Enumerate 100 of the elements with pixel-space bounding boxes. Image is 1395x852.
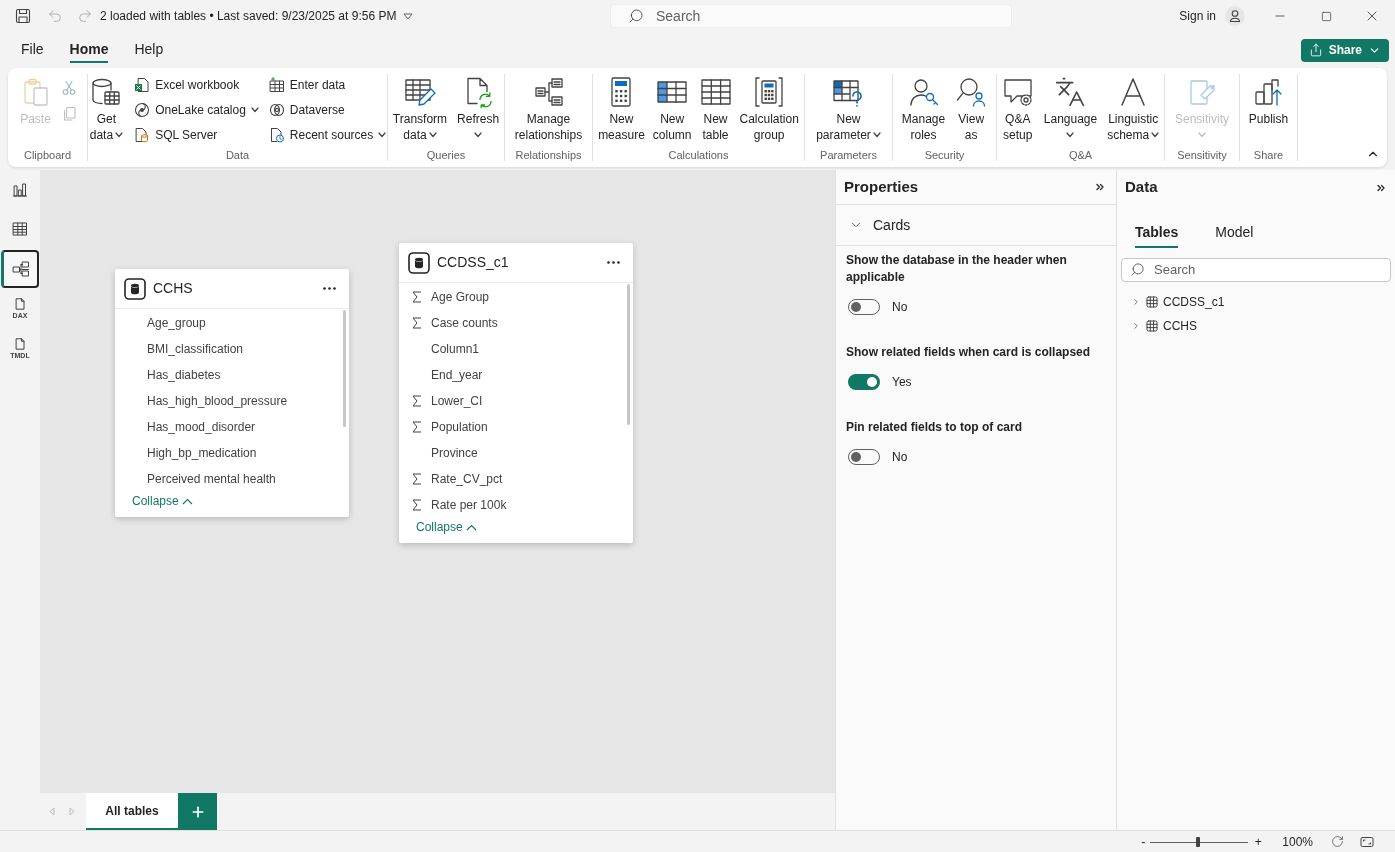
group-label: Sensitivity — [1176, 147, 1228, 163]
pane-tab[interactable]: Tables — [1135, 218, 1179, 248]
ribbon-button[interactable]: New table — [696, 74, 735, 146]
sigma-icon — [412, 317, 422, 329]
database-icon — [124, 277, 146, 300]
pane-title: Properties — [844, 176, 919, 197]
group-label: Share — [1252, 147, 1285, 163]
ribbon-button[interactable]: Excel workbook — [132, 76, 261, 94]
ribbon-button[interactable]: Calculation group — [736, 74, 802, 146]
field-name[interactable]: End_year — [431, 366, 483, 384]
field-name[interactable]: BMI_classification — [147, 340, 244, 358]
file-icon — [14, 338, 26, 350]
menu-tab[interactable]: Home — [69, 37, 109, 63]
ribbon-button[interactable]: Manage relationships — [511, 74, 586, 146]
ribbon-button[interactable]: OneLake catalog — [132, 101, 261, 119]
reset-zoom-button[interactable] — [1329, 833, 1345, 850]
ribbon-button[interactable]: Q&A setup — [998, 74, 1037, 146]
toggle-switch[interactable] — [848, 374, 880, 390]
table-name: CCDSS_c1 — [437, 253, 510, 272]
field-name[interactable]: Has_diabetes — [147, 366, 221, 384]
table-tree-item[interactable]: CCDSS_c1 — [1117, 290, 1395, 314]
caret-icon — [1198, 132, 1206, 138]
chevron-up-icon — [465, 523, 477, 531]
group-label: Queries — [425, 147, 467, 163]
sigma-icon — [412, 499, 422, 511]
ribbon-button[interactable]: Get data — [86, 74, 127, 146]
toggle-label: No — [892, 299, 908, 316]
field-name[interactable]: Rate per 100k — [431, 496, 507, 514]
field-name[interactable]: Has_high_blood_pressure — [147, 392, 288, 410]
ribbon-button[interactable]: New measure — [595, 74, 648, 146]
field-name[interactable]: Rate_CV_pct — [431, 470, 503, 488]
file-clock-icon — [268, 127, 285, 143]
table-card[interactable]: CCDSS_c1 Age Group Case counts Column1 End_year Lower_CI Population Province Rate_CV_pct Rate per 100k Collapse — [399, 243, 633, 543]
ribbon-button[interactable]: Manage roles — [898, 74, 949, 146]
language-icon — [1054, 76, 1087, 108]
sign-in-button[interactable]: Sign in — [1179, 7, 1216, 25]
zoom-out-button[interactable]: - — [1138, 834, 1149, 849]
field-name[interactable]: Case counts — [431, 314, 498, 332]
table-card[interactable]: CCHS Age_group BMI_classification Has_diabetes Has_high_blood_pressure Has_mood_disorder High_bp_medication Perceived mental health Collapse — [115, 269, 349, 517]
sigma-icon — [412, 473, 422, 485]
undo-icon — [47, 8, 63, 24]
connected-boxes-icon — [11, 260, 30, 278]
sigma-icon — [412, 421, 422, 433]
document-title: 2 loaded with tables • Last saved: 9/23/2025 at 9:56 PM — [100, 8, 397, 25]
ribbon-button[interactable]: Dataverse — [266, 101, 389, 119]
ribbon-button[interactable]: Language — [1040, 74, 1101, 146]
field-name[interactable]: Population — [431, 418, 488, 436]
save-button[interactable] — [14, 7, 32, 25]
triangle-right-icon — [69, 807, 75, 816]
field-name[interactable]: Province — [431, 444, 478, 462]
zoom-percentage: 100% — [1282, 833, 1313, 851]
menu-tab[interactable]: Help — [134, 37, 164, 63]
redo-icon — [77, 8, 93, 24]
zoom-in-button[interactable]: + — [1253, 834, 1264, 849]
ribbon-button[interactable]: Recent sources — [266, 126, 389, 144]
title-menu-button[interactable] — [402, 10, 415, 22]
field-name[interactable]: Column1 — [431, 340, 480, 358]
table-name: CCHS — [153, 279, 194, 298]
field-name[interactable]: Age Group — [431, 288, 490, 306]
pane-tab[interactable]: Model — [1215, 218, 1254, 248]
collapse-link[interactable]: Collapse — [132, 492, 193, 510]
ribbon-button[interactable]: SQL Server — [132, 126, 261, 144]
field-name[interactable]: High_bp_medication — [147, 444, 257, 462]
loops-icon — [268, 102, 285, 118]
table-tree-item[interactable]: CCHS — [1117, 314, 1395, 338]
menu-tab[interactable]: File — [21, 37, 44, 63]
maximize-icon — [1320, 10, 1332, 22]
search-field[interactable]: Search — [1121, 257, 1391, 282]
caret-icon — [403, 12, 414, 20]
field-name[interactable]: Perceived mental health — [147, 470, 276, 488]
ribbon-button[interactable]: Transform data — [389, 74, 451, 146]
ribbon-button[interactable]: Refresh — [454, 74, 503, 146]
scrollbar[interactable] — [343, 310, 346, 427]
table-plus-icon — [268, 77, 285, 93]
search-icon — [628, 8, 644, 24]
add-page-button[interactable] — [178, 793, 217, 830]
collapse-link[interactable]: Collapse — [416, 518, 477, 536]
ribbon-button[interactable]: New parameter — [813, 74, 884, 146]
ribbon-button[interactable]: New column — [649, 74, 695, 146]
caret-icon — [1066, 132, 1075, 138]
page-tab[interactable]: All tables — [86, 793, 178, 830]
fit-to-screen-icon — [1360, 834, 1374, 849]
database-icon — [408, 251, 430, 274]
ribbon-button[interactable]: Linguistic schema — [1104, 74, 1163, 146]
ring-icon — [134, 102, 151, 118]
ribbon-button[interactable]: Publish — [1245, 74, 1292, 146]
scissors-icon — [60, 80, 77, 96]
field-name[interactable]: Has_mood_disorder — [147, 418, 256, 436]
bar-chart-icon — [12, 181, 28, 197]
share-button[interactable]: Share — [1300, 38, 1389, 62]
slider-thumb[interactable] — [1196, 836, 1201, 847]
field-name[interactable]: Lower_CI — [431, 392, 483, 410]
zoom-slider[interactable] — [1150, 835, 1249, 848]
scrollbar[interactable] — [627, 284, 630, 425]
ribbon-button[interactable]: View as — [952, 74, 991, 146]
field-name[interactable]: Age_group — [147, 314, 206, 332]
caret-icon — [1151, 132, 1160, 138]
collapse-pane-button[interactable] — [1094, 181, 1106, 193]
view-button[interactable] — [1, 250, 39, 288]
ribbon-button[interactable]: Enter data — [266, 76, 389, 94]
